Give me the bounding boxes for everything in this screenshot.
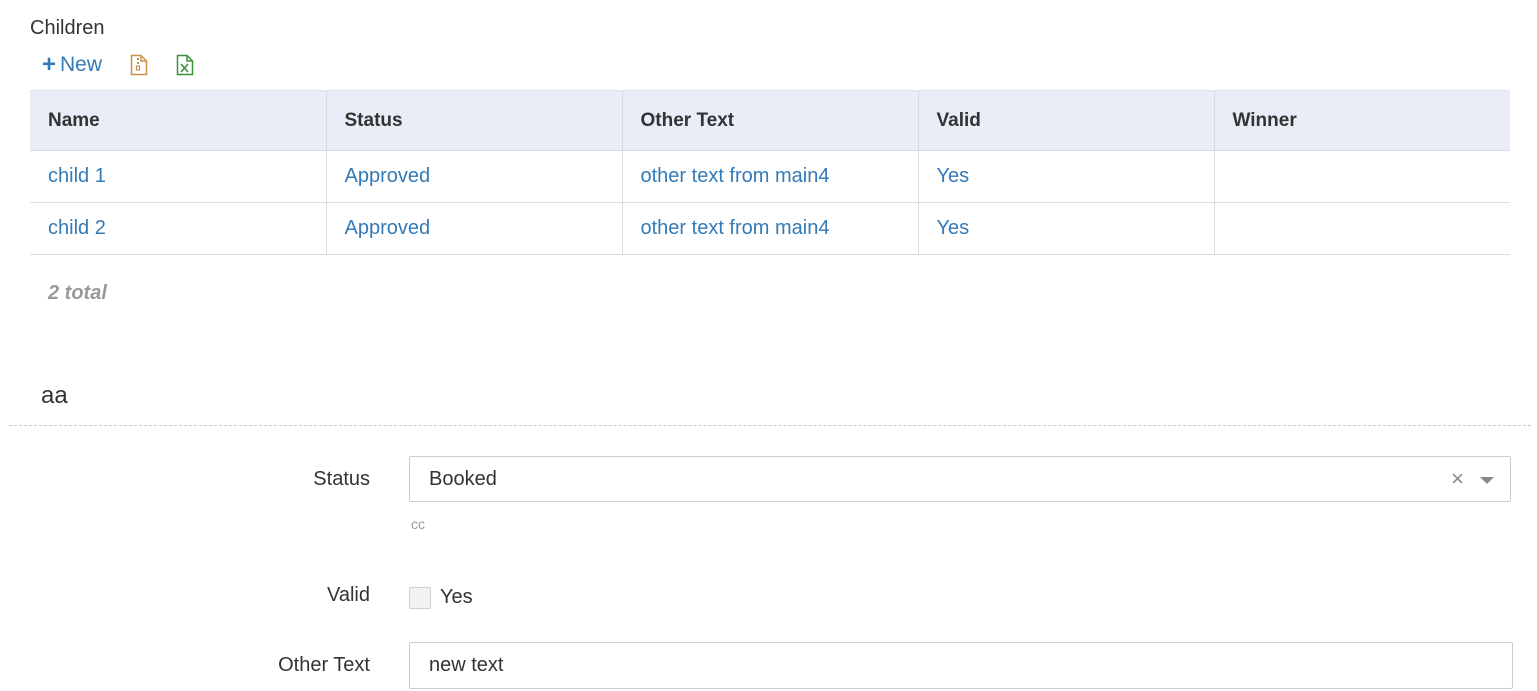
status-select-value: Booked	[429, 467, 497, 490]
cell-status[interactable]: Approved	[326, 150, 623, 203]
cell-name[interactable]: child 2	[30, 202, 327, 255]
column-header-winner[interactable]: Winner	[1214, 90, 1510, 151]
cell-winner[interactable]	[1214, 202, 1510, 255]
column-header-other-text[interactable]: Other Text	[622, 90, 919, 151]
status-label: Status	[313, 468, 370, 490]
new-button[interactable]: + New	[42, 53, 102, 77]
column-header-status[interactable]: Status	[326, 90, 623, 151]
cell-other-text[interactable]: other text from main4	[622, 202, 919, 255]
plus-icon: +	[42, 51, 57, 78]
cell-valid[interactable]: Yes	[918, 202, 1215, 255]
column-header-name[interactable]: Name	[30, 90, 327, 151]
other-text-input[interactable]	[409, 642, 1513, 689]
table-row[interactable]: child 2 Approved other text from main4 Y…	[30, 202, 1510, 255]
toolbar: + New	[42, 50, 196, 80]
zip-file-icon[interactable]	[128, 52, 150, 78]
table-header-row: Name Status Other Text Valid Winner	[30, 90, 1510, 151]
cell-other-text[interactable]: other text from main4	[622, 150, 919, 203]
other-text-label: Other Text	[278, 654, 370, 676]
cell-valid[interactable]: Yes	[918, 150, 1215, 203]
cell-name[interactable]: child 1	[30, 150, 327, 203]
valid-checkbox-label[interactable]: Yes	[440, 586, 473, 609]
status-help-text: cc	[411, 516, 425, 532]
cell-status[interactable]: Approved	[326, 202, 623, 255]
children-table: Name Status Other Text Valid Winner chil…	[30, 90, 1510, 255]
valid-checkbox[interactable]	[409, 587, 431, 609]
group-title: aa	[41, 382, 68, 409]
new-button-label: New	[60, 53, 103, 76]
valid-label: Valid	[327, 584, 370, 606]
column-header-valid[interactable]: Valid	[918, 90, 1215, 151]
section-title: Children	[30, 17, 105, 39]
table-total: 2 total	[48, 282, 107, 304]
excel-file-icon[interactable]	[174, 52, 196, 78]
cell-winner[interactable]	[1214, 150, 1510, 203]
group-divider	[9, 425, 1531, 426]
table-row[interactable]: child 1 Approved other text from main4 Y…	[30, 150, 1510, 203]
clear-icon[interactable]: ×	[1451, 468, 1464, 490]
status-select[interactable]: Booked ×	[409, 456, 1511, 502]
chevron-down-icon[interactable]	[1480, 476, 1494, 484]
